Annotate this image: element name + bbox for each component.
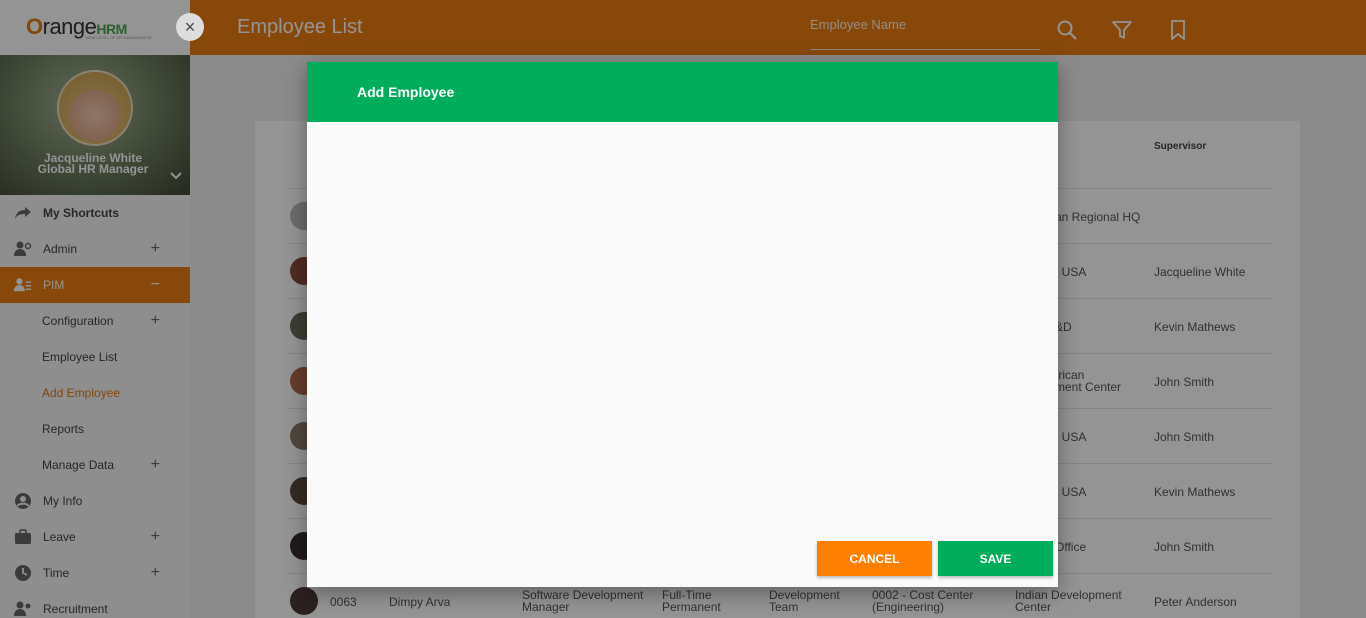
cancel-button[interactable]: CANCEL xyxy=(817,541,932,576)
sidebar-close-button[interactable]: × xyxy=(176,13,204,41)
modal-body xyxy=(307,122,1058,522)
modal-title: Add Employee xyxy=(357,84,455,100)
modal-header: Add Employee xyxy=(307,62,1058,122)
save-button[interactable]: SAVE xyxy=(938,541,1053,576)
add-employee-modal: Add Employee CANCEL SAVE xyxy=(307,62,1058,587)
close-icon: × xyxy=(184,16,196,37)
